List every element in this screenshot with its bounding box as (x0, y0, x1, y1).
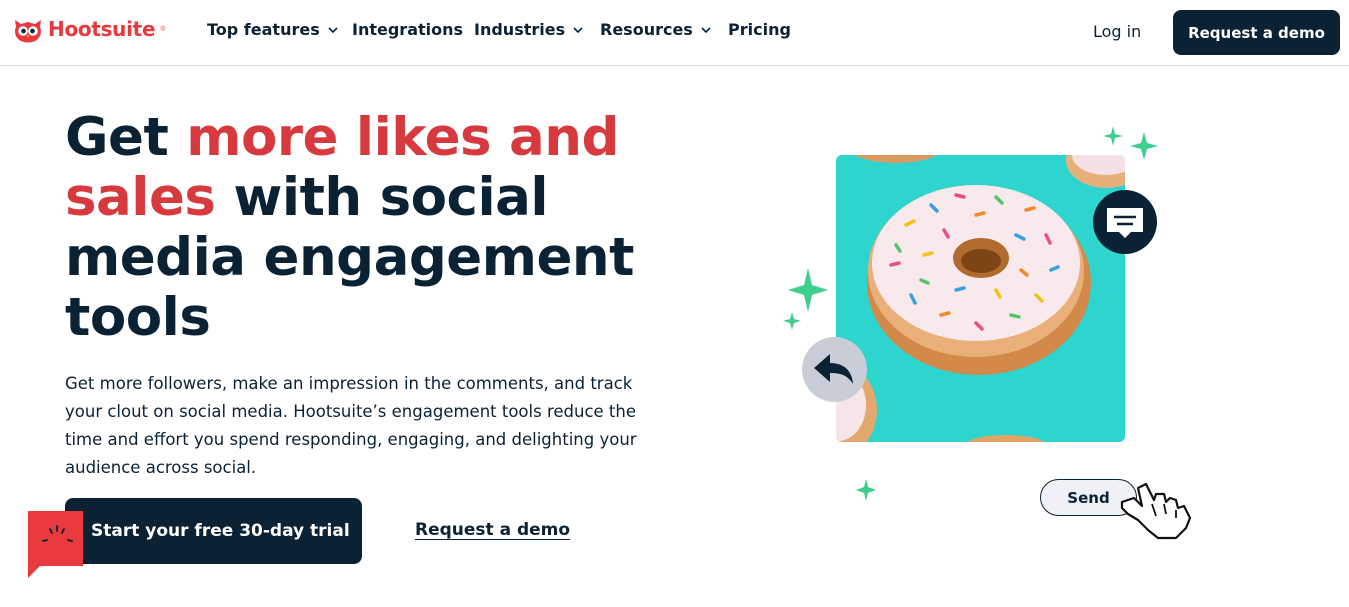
chat-bubble-icon (1093, 190, 1157, 254)
nav-resources[interactable]: Resources (600, 20, 711, 39)
hero-title-line3: media engagement (65, 227, 635, 288)
hero-title-line4: tools (65, 287, 211, 348)
sparkle-icon (1103, 126, 1158, 160)
nav-industries[interactable]: Industries (474, 20, 583, 39)
trademark-mark: ® (160, 25, 166, 33)
nav-integrations-label: Integrations (352, 20, 464, 39)
donut-image (836, 155, 1125, 442)
chevron-down-icon (328, 26, 338, 33)
hootsuite-logo[interactable]: Hootsuite ® (12, 13, 165, 45)
brand-name: Hootsuite (48, 17, 156, 41)
nav-pricing-label: Pricing (728, 20, 791, 39)
nav-industries-label: Industries (474, 20, 566, 39)
nav-top-features[interactable]: Top features (207, 20, 338, 39)
nav-top-features-label: Top features (207, 20, 320, 39)
hero-title-accent-2: sales (65, 167, 216, 228)
owl-logo-icon (15, 20, 41, 43)
chevron-down-icon (701, 26, 711, 33)
nav-integrations[interactable]: Integrations (352, 20, 463, 39)
pointer-hand-icon (1120, 482, 1192, 540)
request-demo-button[interactable]: Request a demo (1173, 10, 1340, 55)
top-navigation: Hootsuite ® Top features Integrations In… (0, 0, 1349, 66)
reply-arrow-icon (802, 337, 867, 402)
hero-title: Get more likes and sales with social med… (65, 108, 705, 348)
chevron-down-icon (573, 26, 583, 33)
login-link[interactable]: Log in (1093, 22, 1141, 41)
hero-description: Get more followers, make an impression i… (65, 374, 637, 477)
sparkle-icon (783, 268, 828, 330)
start-trial-button[interactable]: Start your free 30-day trial (65, 498, 362, 564)
hero-title-accent-1: more likes and (186, 107, 619, 168)
hero-title-line1-start: Get (65, 107, 187, 168)
sparkle-icon (856, 479, 876, 501)
hero-title-line2-rest: with social (215, 167, 549, 228)
donut-illustration (836, 155, 1125, 442)
red-flag-badge-icon (28, 511, 83, 578)
request-demo-link[interactable]: Request a demo (415, 520, 570, 540)
nav-pricing[interactable]: Pricing (728, 20, 791, 39)
nav-resources-label: Resources (600, 20, 693, 39)
